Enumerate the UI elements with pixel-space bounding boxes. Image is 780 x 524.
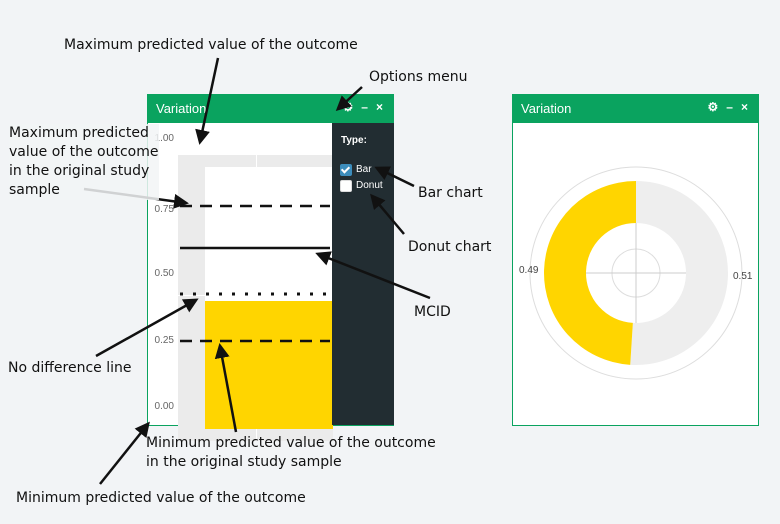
annotation-min-original: Minimum predicted value of the outcome i… bbox=[146, 434, 436, 472]
annotation-line: Maximum predicted bbox=[9, 125, 149, 141]
annotation-mcid: MCID bbox=[414, 304, 451, 320]
annotation-min-predicted: Minimum predicted value of the outcome bbox=[16, 490, 306, 506]
annotation-no-difference: No difference line bbox=[8, 360, 132, 376]
annotation-max-predicted: Maximum predicted value of the outcome bbox=[64, 37, 358, 53]
annotation-line: value of the outcome bbox=[9, 144, 159, 160]
mcid-arrow bbox=[315, 251, 431, 300]
annotation-options-menu: Options menu bbox=[369, 69, 468, 85]
annotation-line: Minimum predicted value of the outcome bbox=[146, 435, 436, 451]
bar-chart-arrow bbox=[374, 166, 415, 188]
annotation-line: in the original study sample bbox=[146, 454, 342, 470]
annotation-line: sample bbox=[9, 182, 60, 198]
min-predicted-arrow bbox=[99, 421, 150, 485]
min-original-arrow bbox=[214, 343, 238, 433]
no-difference-arrow bbox=[95, 298, 199, 358]
annotation-max-original: Maximum predicted value of the outcome i… bbox=[9, 124, 159, 200]
donut-chart-arrow bbox=[370, 193, 405, 235]
annotation-line: in the original study bbox=[9, 163, 150, 179]
max-predicted-arrow bbox=[195, 57, 220, 145]
annotation-bar-chart: Bar chart bbox=[418, 185, 483, 201]
annotation-donut-chart: Donut chart bbox=[408, 239, 492, 255]
options-menu-arrow bbox=[335, 86, 363, 112]
